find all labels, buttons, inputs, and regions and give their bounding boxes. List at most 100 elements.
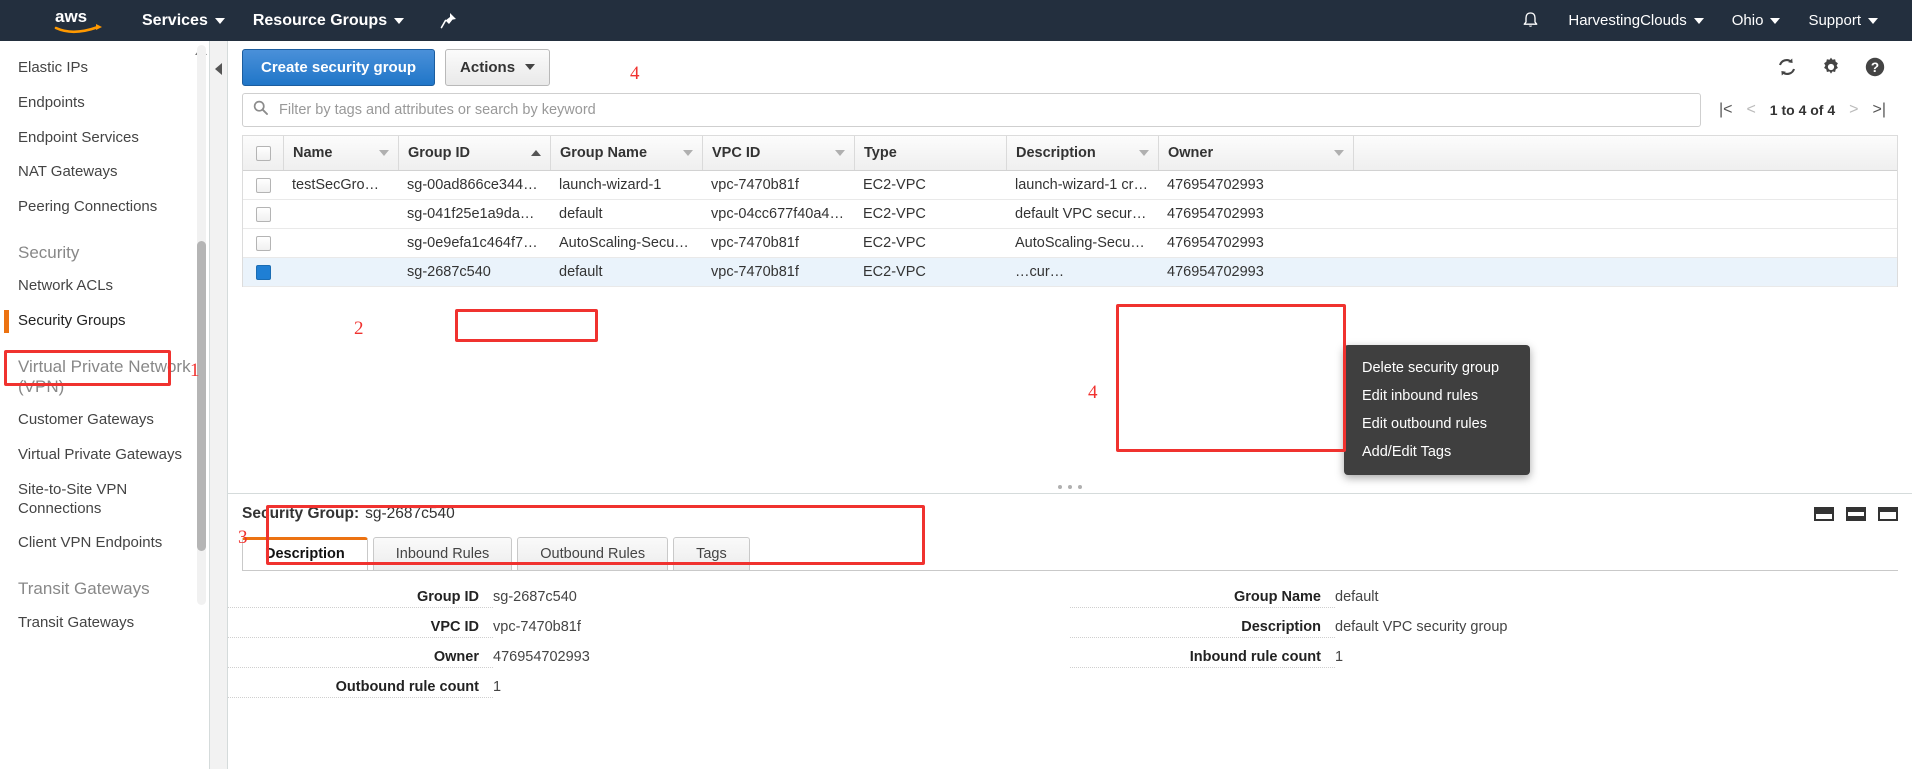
search-box[interactable] [242,93,1701,127]
aws-logo[interactable]: aws [38,7,128,35]
svg-text:aws: aws [55,7,87,26]
column-header-group-name[interactable]: Group Name [550,136,702,170]
help-icon[interactable]: ? [1864,56,1886,78]
row-checkbox[interactable] [255,206,271,222]
column-header-description[interactable]: Description [1006,136,1158,170]
tab-outbound-rules[interactable]: Outbound Rules [517,537,669,570]
row-checkbox[interactable] [255,264,271,280]
column-label: Group Name [560,145,648,161]
nav-services-label: Services [142,11,208,29]
detail-field-row: Outbound rule count 1 [228,679,1070,698]
row-checkbox-cell[interactable] [243,229,283,257]
sidebar-item-customer-gateways[interactable]: Customer Gateways [0,403,209,438]
cell-vpc: vpc-7470b81f [702,229,854,257]
table-row[interactable]: testSecGro… sg-00ad866ce344… launch-wizard… [243,171,1897,200]
cell-text: 476954702993 [1167,206,1264,222]
support-menu[interactable]: Support [1794,0,1892,41]
cell-text: default VPC secur… [1015,206,1147,222]
sidebar-item-endpoint-services[interactable]: Endpoint Services [0,121,209,156]
cell-spacer [1353,171,1897,199]
context-menu-item-delete-security-group[interactable]: Delete security group [1344,354,1530,382]
cell-spacer [1353,229,1897,257]
row-checkbox-cell[interactable] [243,200,283,228]
sidebar-item-client-vpn-endpoints[interactable]: Client VPN Endpoints [0,526,209,561]
tab-description[interactable]: Description [242,537,368,570]
cell-gid: sg-041f25e1a9da… [398,200,550,228]
row-checkbox-cell[interactable] [243,258,283,286]
context-menu-item-add-edit-tags[interactable]: Add/Edit Tags [1344,438,1530,466]
table-row[interactable]: sg-0e9efa1c464f7… AutoScaling-Secur… vpc-7… [243,229,1897,258]
cell-text: vpc-7470b81f [711,235,799,251]
notifications-bell[interactable] [1507,0,1554,41]
select-all-header[interactable] [243,136,283,170]
sidebar-item-peering-connections[interactable]: Peering Connections [0,190,209,225]
nav-services[interactable]: Services [128,0,239,41]
sidebar-item-endpoints[interactable]: Endpoints [0,86,209,121]
detail-panel: Security Group: sg-2687c540 Description I… [228,493,1912,769]
context-menu-item-edit-outbound-rules[interactable]: Edit outbound rules [1344,410,1530,438]
nav-resource-groups-label: Resource Groups [252,11,388,29]
cell-gid: sg-0e9efa1c464f7… [398,229,550,257]
refresh-icon[interactable] [1776,56,1798,78]
panel-split-icon[interactable] [1846,507,1866,521]
gear-icon[interactable] [1820,56,1842,78]
sidebar-scrollbar-thumb[interactable] [197,241,206,551]
sidebar-item-transit-gateways[interactable]: Transit Gateways [0,606,209,641]
tab-tags[interactable]: Tags [673,537,750,570]
page-prev-icon[interactable]: < [1746,101,1755,119]
detail-heading-label: Security Group: [242,505,360,522]
sidebar-item-virtual-private-gateways[interactable]: Virtual Private Gateways [0,438,209,473]
column-header-type[interactable]: Type [854,136,1006,170]
column-header-group-id[interactable]: Group ID [398,136,550,170]
column-label: VPC ID [712,145,761,161]
sidebar-item-network-acls[interactable]: Network ACLs [0,269,209,304]
panel-bottom-icon[interactable] [1814,507,1834,521]
region-menu[interactable]: Ohio [1718,0,1795,41]
create-security-group-button[interactable]: Create security group [242,48,436,86]
column-header-vpc-id[interactable]: VPC ID [702,136,854,170]
detail-field-label: Outbound rule count [228,679,493,698]
sidebar-item-site-to-site-vpn-connections[interactable]: Site-to-Site VPN Connections [0,473,209,527]
sort-ascending-icon [531,150,541,156]
panel-layout-icons [1814,507,1898,521]
page-last-icon[interactable]: >| [1873,101,1887,119]
panel-right-icon[interactable] [1878,507,1898,521]
cell-spacer [1353,258,1897,286]
detail-field-label: Description [1070,619,1335,638]
nav-resource-groups[interactable]: Resource Groups [239,0,418,41]
row-checkbox[interactable] [255,177,271,193]
sidebar-collapse-handle[interactable] [210,41,228,769]
context-menu-item-edit-inbound-rules[interactable]: Edit inbound rules [1344,382,1530,410]
tab-inbound-rules[interactable]: Inbound Rules [372,537,513,570]
sidebar-item-elastic-ips[interactable]: Elastic IPs [0,51,209,86]
detail-field-row: Owner 476954702993 [228,649,1070,668]
cell-text: 476954702993 [1167,177,1264,193]
pin-icon[interactable] [440,12,457,29]
sidebar-item-list: Elastic IPs Endpoints Endpoint Services NAT… [0,51,209,640]
page-next-icon[interactable]: > [1849,101,1858,119]
chevron-down-icon [1334,150,1344,156]
column-header-owner[interactable]: Owner [1158,136,1353,170]
cell-text: sg-0e9efa1c464f7… [407,235,538,251]
cell-text: EC2-VPC [863,206,926,222]
actions-button[interactable]: Actions [445,48,551,86]
sidebar-item-security-groups[interactable]: Security Groups [0,303,209,339]
column-header-name[interactable]: Name [283,136,398,170]
table-row[interactable]: sg-041f25e1a9da… default vpc-04cc677f40a4…… [243,200,1897,229]
sidebar-item-nat-gateways[interactable]: NAT Gateways [0,155,209,190]
panel-resize-handle[interactable] [242,482,1898,492]
row-checkbox-cell[interactable] [243,171,283,199]
select-all-checkbox[interactable] [255,145,271,161]
cell-type: EC2-VPC [854,229,1006,257]
detail-field-label: Inbound rule count [1070,649,1335,668]
page-first-icon[interactable]: |< [1719,101,1733,119]
cell-text: …cur… [1015,264,1065,280]
search-input[interactable] [277,101,1690,119]
table-row[interactable]: sg-2687c540 default vpc-7470b81f EC2-VPC …cu… [243,258,1897,287]
account-menu[interactable]: HarvestingClouds [1554,0,1717,41]
cell-owner: 476954702993 [1158,171,1353,199]
cell-text: launch-wizard-1 cr… [1015,177,1148,193]
row-checkbox[interactable] [255,235,271,251]
cell-text: sg-00ad866ce344… [407,177,538,193]
cell-text: vpc-7470b81f [711,177,799,193]
